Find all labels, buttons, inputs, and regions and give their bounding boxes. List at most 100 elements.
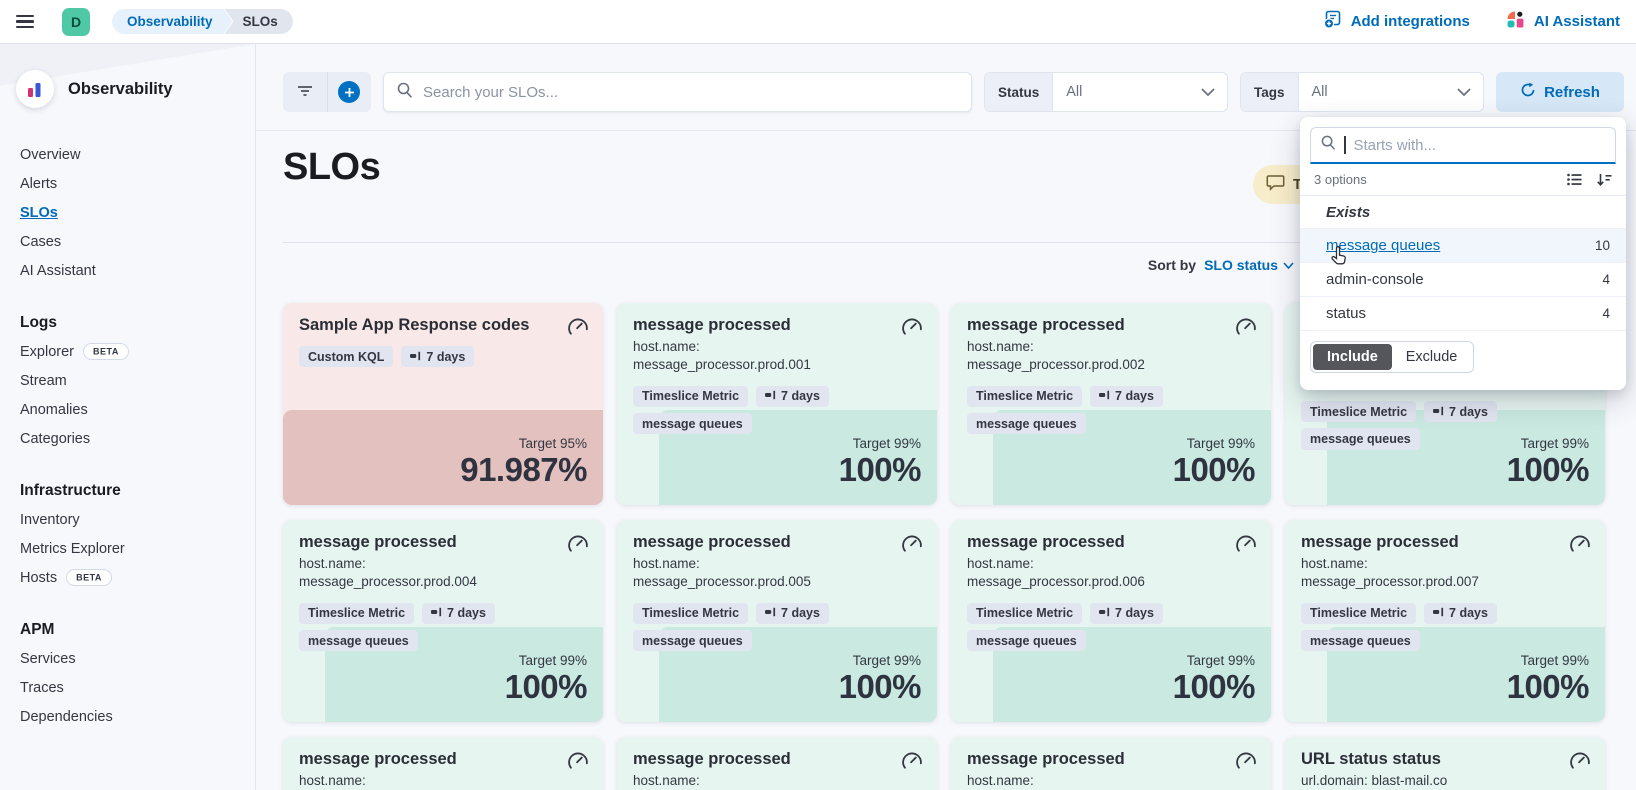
slo-card-title: message processed (633, 532, 891, 552)
time-window-icon (1433, 404, 1444, 420)
status-filter-select[interactable]: Status All (984, 72, 1228, 112)
slo-tag-badge: message queues (967, 413, 1086, 434)
avatar[interactable]: D (62, 8, 90, 36)
sidebar-item-alerts[interactable]: Alerts (20, 169, 255, 198)
time-window-icon (1099, 388, 1110, 404)
slo-card-badges: Timeslice Metric7 days (633, 386, 921, 407)
sidebar-item-inventory[interactable]: Inventory (20, 505, 255, 534)
slo-card-subtitle: message_processor.prod.006 (967, 573, 1255, 591)
sidebar-item-stream[interactable]: Stream (20, 366, 255, 395)
slo-card[interactable]: message processedhost.name:message_proce… (951, 520, 1271, 722)
slo-tag-badge: message queues (1301, 630, 1420, 651)
slo-tag-badge: message queues (1301, 428, 1420, 449)
slo-metrics: Target 99%100% (1173, 436, 1255, 488)
slo-card[interactable]: message processedhost.name:message_proce… (283, 520, 603, 722)
sidebar-item-anomalies[interactable]: Anomalies (20, 395, 255, 424)
sli-value: 100% (505, 670, 587, 705)
sidebar-item-traces[interactable]: Traces (20, 673, 255, 702)
slo-card-badges: Timeslice Metric7 days (1301, 603, 1589, 624)
sidebar-item-label: Metrics Explorer (20, 541, 125, 557)
search-input[interactable] (423, 84, 958, 101)
slo-card[interactable]: message processedhost.name: (283, 737, 603, 790)
time-window-icon (410, 349, 421, 365)
slo-card-subtitle: message_processor.prod.004 (299, 573, 587, 591)
time-window-icon (1433, 605, 1444, 621)
sidebar-item-explorer[interactable]: Explorer BETA (20, 337, 255, 366)
slo-card[interactable]: Sample App Response codesCustom KQL7 day… (283, 303, 603, 505)
include-exclude-control: Include Exclude (1300, 330, 1626, 390)
slo-card[interactable]: message processedhost.name: (951, 737, 1271, 790)
tags-filter-search-input[interactable]: Starts with... (1310, 127, 1616, 164)
sidebar-item-overview[interactable]: Overview (20, 140, 255, 169)
tags-filter-label: Tags (1241, 73, 1299, 111)
slo-metrics: Target 99%100% (839, 653, 921, 705)
slo-card-head: message processedhost.name:message_proce… (299, 532, 587, 592)
create-slo-button[interactable] (327, 72, 372, 112)
time-window-icon (765, 605, 776, 621)
sidebar-item-services[interactable]: Services (20, 644, 255, 673)
slo-card-title: message processed (633, 315, 891, 335)
slo-card-subtitle: host.name: (633, 555, 921, 573)
filter-button[interactable] (283, 72, 327, 112)
slo-tag-badge: message queues (633, 630, 752, 651)
tag-option[interactable]: status4 (1300, 296, 1626, 330)
sort-by-control: Sort by SLO status (1148, 257, 1294, 273)
sort-by-value[interactable]: SLO status (1204, 257, 1294, 273)
sidebar-item-slos[interactable]: SLOs (20, 198, 255, 227)
sli-value: 100% (839, 453, 921, 488)
slo-card-title: message processed (299, 749, 557, 769)
slo-badge-label: 7 days (1449, 404, 1488, 420)
plus-icon (338, 81, 360, 103)
slo-card-subtitle: host.name: (299, 555, 587, 573)
slo-card[interactable]: message processedhost.name:message_proce… (1285, 520, 1605, 722)
options-count: 3 options (1314, 172, 1367, 187)
menu-icon[interactable] (16, 10, 42, 34)
beta-badge: BETA (83, 343, 129, 360)
list-view-icon[interactable] (1567, 173, 1582, 186)
slo-card-tags: message queues (633, 630, 921, 651)
sidebar-item-label: Explorer (20, 344, 74, 360)
slo-card[interactable]: message processedhost.name:message_proce… (617, 303, 937, 505)
sidebar-item-label: AI Assistant (20, 263, 96, 279)
breadcrumb-observability[interactable]: Observability (112, 9, 233, 34)
sidebar-item-cases[interactable]: Cases (20, 227, 255, 256)
include-button[interactable]: Include (1313, 344, 1392, 370)
slo-card[interactable]: URL status statusurl.domain: blast-mail.… (1285, 737, 1605, 790)
slo-metrics: Target 99%100% (505, 653, 587, 705)
sidebar-item-hosts[interactable]: HostsBETA (20, 563, 255, 592)
tags-filter-select[interactable]: Tags All (1240, 72, 1484, 112)
tag-option[interactable]: admin-console4 (1300, 262, 1626, 296)
exclude-button[interactable]: Exclude (1392, 344, 1472, 370)
slo-badge: Timeslice Metric (299, 603, 414, 624)
add-integrations-icon (1323, 10, 1342, 33)
sidebar-item-label: Cases (20, 234, 61, 250)
sidebar-item-categories[interactable]: Categories (20, 424, 255, 453)
tag-option-label: message queues (1326, 237, 1440, 254)
slo-metrics: Target 99%100% (1507, 436, 1589, 488)
breadcrumb-slos[interactable]: SLOs (225, 9, 293, 34)
slo-card-head: message processedhost.name: (633, 749, 921, 790)
ai-assistant-button[interactable]: AI Assistant (1506, 10, 1620, 33)
search-icon (397, 82, 413, 103)
slo-card[interactable]: message processedhost.name:message_proce… (617, 520, 937, 722)
add-integrations-button[interactable]: Add integrations (1323, 10, 1470, 33)
slo-tag-badge: message queues (299, 630, 418, 651)
tag-option[interactable]: message queues10 (1300, 228, 1626, 262)
slo-card-head: message processedhost.name:message_proce… (1301, 532, 1589, 592)
slo-target-label: Target 95% (460, 436, 587, 451)
slo-card[interactable]: message processedhost.name:message_proce… (951, 303, 1271, 505)
beta-badge: BETA (66, 569, 112, 586)
sidebar-item-metrics-explorer[interactable]: Metrics Explorer (20, 534, 255, 563)
chevron-down-icon (1201, 73, 1227, 111)
options-group-label: Exists (1300, 196, 1626, 228)
slo-card[interactable]: message processedhost.name: (617, 737, 937, 790)
status-filter-label: Status (985, 73, 1053, 111)
sidebar-item-ai-assistant[interactable]: AI Assistant (20, 256, 255, 285)
slo-badge-label: 7 days (1115, 605, 1154, 621)
sidebar-item-dependencies[interactable]: Dependencies (20, 702, 255, 731)
sort-icon[interactable] (1597, 173, 1612, 186)
refresh-button[interactable]: Refresh (1496, 72, 1624, 112)
slo-card-tags: message queues (967, 630, 1255, 651)
sidebar-item-label: Categories (20, 431, 90, 447)
slo-badge: 7 days (422, 603, 495, 624)
